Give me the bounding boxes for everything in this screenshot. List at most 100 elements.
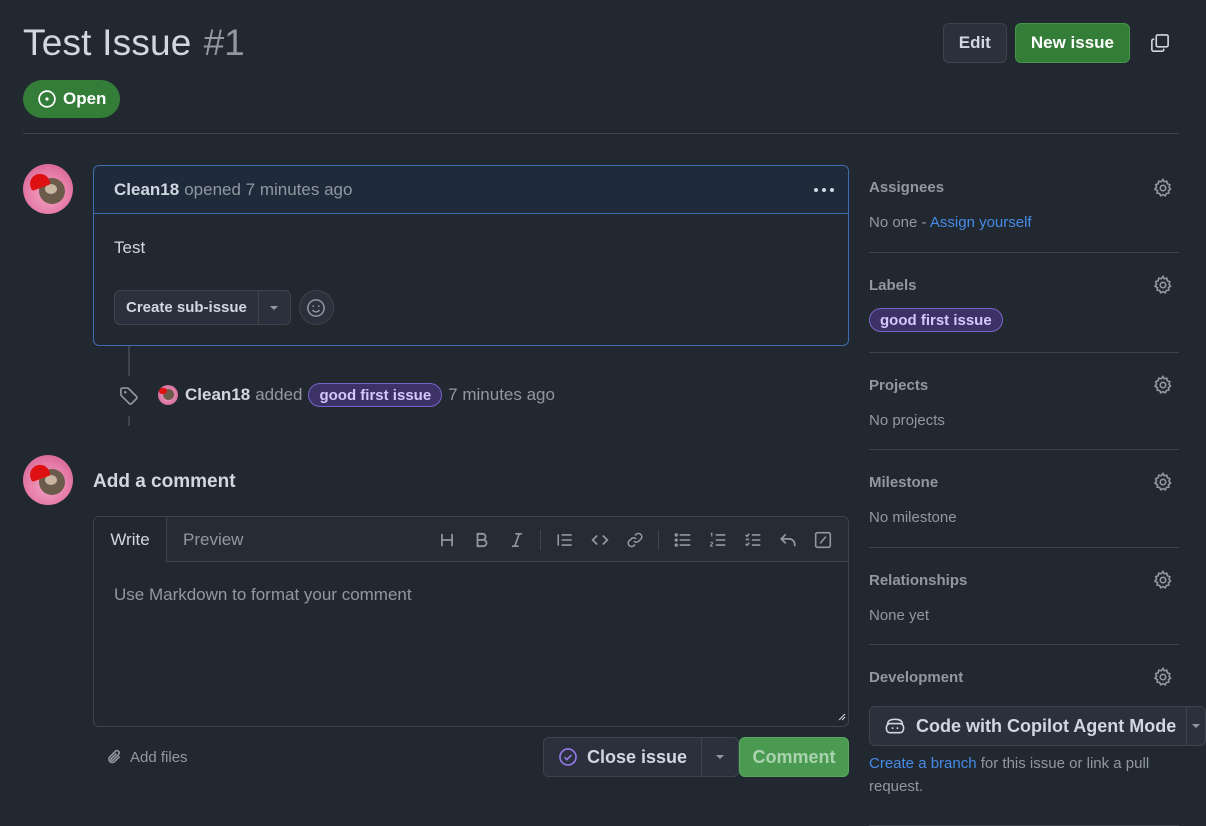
sidebar-milestone: Milestone No milestone — [869, 450, 1179, 548]
sidebar-development: Development Code with Copilot Agent Mode — [869, 645, 1206, 826]
editor-tabs: Write Preview — [94, 517, 848, 563]
sidebar-projects: Projects No projects — [869, 353, 1179, 450]
resize-grip-icon[interactable] — [838, 708, 846, 724]
close-issue-button[interactable]: Close issue — [544, 738, 703, 776]
smiley-icon — [307, 298, 326, 317]
comment-author[interactable]: Clean18 — [114, 180, 179, 200]
quote-icon[interactable] — [547, 522, 582, 557]
issue-state-label: Open — [63, 89, 107, 108]
kebab-menu-icon[interactable] — [812, 178, 836, 202]
sidebar-labels: Labels good first issue — [869, 253, 1179, 353]
development-heading: Development — [869, 669, 964, 686]
avatar[interactable] — [158, 385, 178, 405]
milestone-value: No milestone — [869, 509, 957, 526]
avatar[interactable] — [23, 455, 73, 505]
code-with-copilot-button[interactable]: Code with Copilot Agent Mode — [870, 707, 1188, 745]
timeline-line — [128, 416, 130, 426]
issue-comment: Clean18 opened 7 minutes ago Test Create… — [93, 165, 849, 346]
toolbar-divider — [658, 529, 659, 550]
add-files-button[interactable]: Add files — [106, 748, 188, 766]
labels-heading: Labels — [869, 277, 917, 294]
assignees-value: No one - Assign yourself — [869, 214, 1032, 231]
add-comment-heading: Add a comment — [93, 471, 236, 492]
projects-heading: Projects — [869, 377, 929, 394]
issue-title: Test Issue — [23, 22, 192, 63]
chevron-down-icon[interactable] — [1187, 707, 1205, 745]
copy-icon[interactable] — [1142, 25, 1178, 61]
labels-list: good first issue — [863, 308, 1009, 332]
tab-preview[interactable]: Preview — [183, 517, 243, 562]
close-issue-label: Close issue — [587, 746, 688, 767]
paperclip-icon — [108, 749, 121, 764]
gear-icon[interactable] — [1152, 274, 1174, 296]
label-good-first-issue[interactable]: good first issue — [308, 383, 443, 407]
comment-editor: Write Preview Use Markdown to format you… — [93, 516, 849, 727]
sidebar-assignees: Assignees No one - Assign yourself — [869, 165, 1179, 253]
timeline-line — [128, 346, 130, 376]
gear-icon[interactable] — [1152, 374, 1174, 396]
new-issue-button[interactable]: New issue — [1014, 23, 1130, 63]
chevron-down-icon[interactable] — [702, 738, 738, 776]
issue-page: Test Issue #1 Edit New issue Open Clean1… — [0, 0, 1206, 826]
header-actions: Edit New issue — [942, 23, 1178, 63]
comment-header: Clean18 opened 7 minutes ago — [94, 166, 848, 214]
heading-icon[interactable] — [429, 522, 464, 557]
gear-icon[interactable] — [1152, 666, 1174, 688]
unordered-list-icon[interactable] — [665, 522, 700, 557]
markdown-toolbar — [429, 517, 840, 562]
label-good-first-issue[interactable]: good first issue — [869, 308, 1003, 332]
create-branch-link[interactable]: Create a branch — [869, 755, 977, 772]
chevron-down-icon[interactable] — [259, 291, 290, 324]
issue-number: #1 — [203, 22, 245, 63]
edit-button[interactable]: Edit — [942, 23, 1007, 63]
slash-command-icon[interactable] — [805, 522, 840, 557]
create-sub-issue-group: Create sub-issue — [114, 290, 291, 325]
header-divider — [23, 133, 1179, 134]
assignees-heading: Assignees — [869, 179, 945, 196]
tag-icon — [110, 377, 148, 415]
comment-textarea[interactable]: Use Markdown to format your comment — [114, 585, 412, 605]
italic-icon[interactable] — [499, 522, 534, 557]
add-files-label: Add files — [130, 748, 188, 766]
tab-write[interactable]: Write — [94, 517, 167, 563]
gear-icon[interactable] — [1152, 569, 1174, 591]
issue-title-row: Test Issue #1 — [23, 22, 245, 64]
development-help-text: Create a branch for this issue or link a… — [869, 752, 1179, 798]
copilot-group: Code with Copilot Agent Mode — [869, 706, 1206, 746]
gear-icon[interactable] — [1152, 177, 1174, 199]
issue-sidebar: Assignees No one - Assign yourself Label… — [869, 165, 1206, 826]
comment-body: Test — [114, 238, 146, 257]
event-action: added — [255, 385, 303, 404]
copilot-icon — [885, 718, 905, 734]
toolbar-divider — [540, 529, 541, 550]
copilot-label: Code with Copilot Agent Mode — [916, 715, 1177, 736]
ordered-list-icon[interactable] — [700, 522, 735, 557]
link-icon[interactable] — [617, 522, 652, 557]
create-sub-issue-button[interactable]: Create sub-issue — [115, 291, 259, 324]
bold-icon[interactable] — [464, 522, 499, 557]
close-issue-group: Close issue — [543, 737, 740, 777]
assign-yourself-link[interactable]: Assign yourself — [930, 214, 1032, 231]
gear-icon[interactable] — [1152, 471, 1174, 493]
code-icon[interactable] — [582, 522, 617, 557]
sidebar-relationships: Relationships None yet — [869, 548, 1179, 645]
task-list-icon[interactable] — [735, 522, 770, 557]
milestone-heading: Milestone — [869, 474, 939, 491]
avatar[interactable] — [23, 164, 73, 214]
issue-state-badge: Open — [23, 80, 121, 118]
add-reaction-button[interactable] — [298, 290, 334, 325]
no-assignees-text: No one - — [869, 214, 927, 231]
event-timestamp[interactable]: 7 minutes ago — [448, 385, 555, 405]
issue-open-icon — [38, 90, 56, 108]
event-author[interactable]: Clean18 — [185, 385, 250, 405]
relationships-value: None yet — [869, 607, 930, 624]
timeline-event-text: Clean18 added good first issue 7 minutes… — [185, 383, 555, 407]
relationships-heading: Relationships — [869, 572, 968, 589]
comment-timestamp[interactable]: opened 7 minutes ago — [184, 180, 352, 200]
comment-actions: Create sub-issue — [114, 290, 334, 325]
projects-value: No projects — [869, 412, 945, 429]
check-circle-icon — [559, 748, 577, 766]
timeline-event-labeled — [110, 376, 148, 416]
reply-icon[interactable] — [770, 522, 805, 557]
comment-button[interactable]: Comment — [739, 737, 849, 777]
